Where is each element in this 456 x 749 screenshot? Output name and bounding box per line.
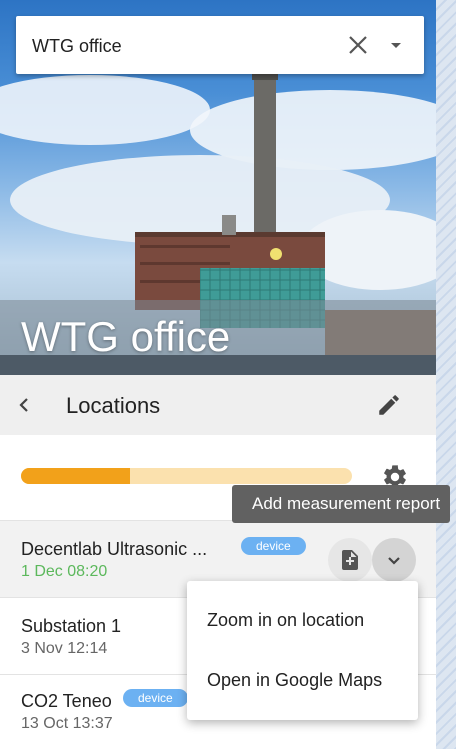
locations-title: Locations xyxy=(66,393,161,418)
options-menu: Zoom in on location Open in Google Maps xyxy=(187,581,418,720)
progress-bar xyxy=(21,468,352,484)
add-report-button[interactable] xyxy=(328,538,372,582)
location-name: Substation 1 xyxy=(21,616,122,636)
progress-fill xyxy=(21,468,131,484)
location-date: 3 Nov 12:14 xyxy=(21,640,108,657)
pencil-icon[interactable] xyxy=(376,392,402,418)
map-background[interactable] xyxy=(436,0,456,749)
locations-header: Locations xyxy=(0,375,436,435)
file-add-icon xyxy=(342,550,358,570)
chevron-down-icon xyxy=(388,557,400,565)
tooltip: Add measurement report xyxy=(232,485,451,523)
location-name: CO2 Teneo xyxy=(21,691,112,711)
menu-item-google-maps[interactable]: Open in Google Maps xyxy=(207,670,382,691)
location-title: WTG office xyxy=(21,313,231,360)
device-badge: device xyxy=(241,537,306,555)
caret-down-icon[interactable] xyxy=(384,33,408,57)
location-name: Decentlab Ultrasonic ... xyxy=(21,539,208,559)
search-box xyxy=(16,16,424,74)
location-date: 13 Oct 13:37 xyxy=(21,715,113,732)
search-input[interactable] xyxy=(30,30,334,62)
more-options-button[interactable] xyxy=(372,538,416,582)
close-icon[interactable] xyxy=(346,33,370,57)
menu-item-zoom[interactable]: Zoom in on location xyxy=(207,610,364,631)
location-date: 1 Dec 08:20 xyxy=(21,563,108,580)
device-badge: device xyxy=(123,689,188,707)
chevron-left-icon[interactable] xyxy=(12,393,36,417)
